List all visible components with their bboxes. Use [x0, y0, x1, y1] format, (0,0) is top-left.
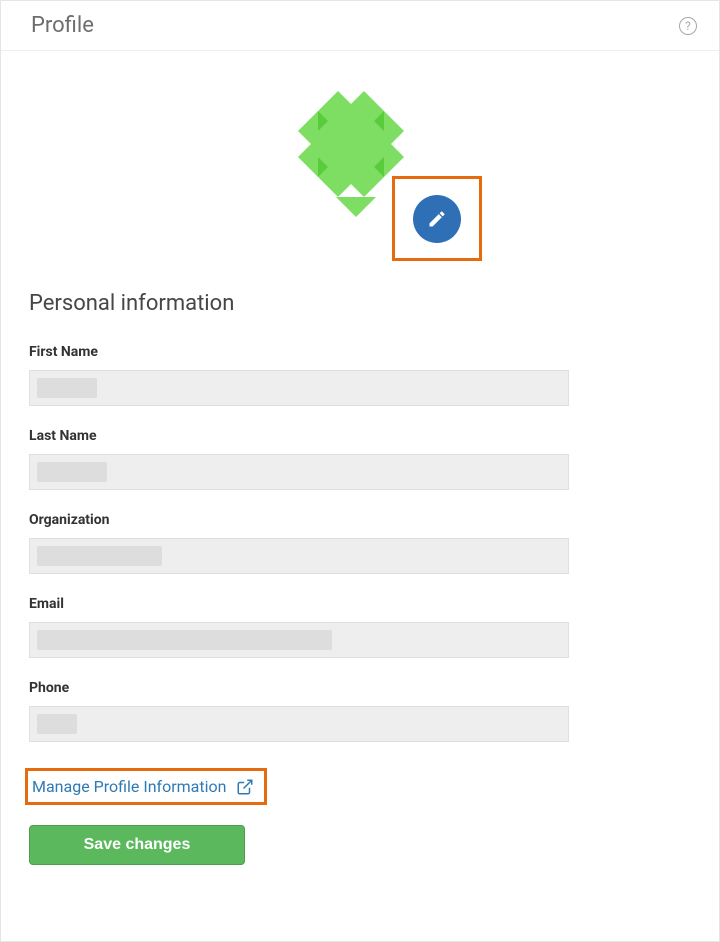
last-name-label: Last Name	[29, 428, 691, 444]
redacted-value	[37, 546, 162, 566]
manage-profile-highlight: Manage Profile Information	[25, 768, 267, 805]
help-icon[interactable]: ?	[679, 17, 697, 35]
edit-avatar-button[interactable]	[413, 195, 461, 243]
organization-label: Organization	[29, 512, 691, 528]
pencil-icon	[427, 209, 447, 229]
first-name-field[interactable]	[29, 370, 569, 406]
email-group: Email	[29, 596, 691, 658]
save-button[interactable]: Save changes	[29, 825, 245, 865]
redacted-value	[37, 714, 77, 734]
redacted-value	[37, 378, 97, 398]
redacted-value	[37, 630, 332, 650]
last-name-field[interactable]	[29, 454, 569, 490]
email-label: Email	[29, 596, 691, 612]
last-name-group: Last Name	[29, 428, 691, 490]
first-name-group: First Name	[29, 344, 691, 406]
phone-field[interactable]	[29, 706, 569, 742]
header: Profile ?	[1, 1, 719, 51]
edit-avatar-highlight	[392, 176, 482, 261]
page-title: Profile	[31, 13, 94, 38]
redacted-value	[37, 462, 107, 482]
first-name-label: First Name	[29, 344, 691, 360]
content-area: Personal information First Name Last Nam…	[1, 71, 719, 893]
manage-profile-link[interactable]: Manage Profile Information	[32, 777, 226, 796]
section-heading: Personal information	[29, 291, 691, 316]
profile-panel: Profile ?	[0, 0, 720, 942]
phone-label: Phone	[29, 680, 691, 696]
phone-group: Phone	[29, 680, 691, 742]
organization-group: Organization	[29, 512, 691, 574]
avatar-section	[270, 71, 450, 261]
external-link-icon	[236, 778, 254, 796]
